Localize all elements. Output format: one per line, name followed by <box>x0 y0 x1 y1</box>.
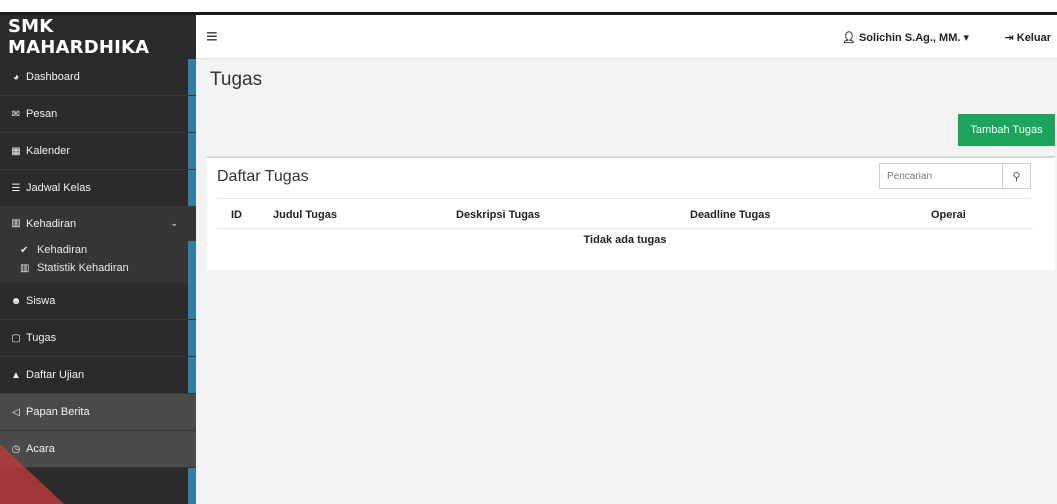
graduation-cap-icon: ▲ <box>11 369 21 381</box>
empty-state-text: Tidak ada tugas <box>583 234 667 247</box>
sidebar-item-kehadiran[interactable]: ▥ Kehadiran ⌄ <box>0 207 196 241</box>
sidebar-item-label: Kehadiran <box>26 217 77 230</box>
user-menu[interactable]: 👤︎ Solichin S.Ag., MM. ▾ <box>842 31 969 44</box>
column-header-judul[interactable]: Judul Tugas <box>273 202 456 229</box>
caret-down-icon: ▾ <box>960 32 969 44</box>
sidebar-item-siswa[interactable]: ☻ Siswa <box>0 283 196 320</box>
sidebar-item-daftar-ujian[interactable]: ▲ Daftar Ujian <box>0 357 196 394</box>
sign-out-icon: ⇥ <box>1004 32 1017 44</box>
sidebar-item-label: Daftar Ujian <box>26 369 85 381</box>
app-window: SMK MAHARDHIKA ◕ Dashboard ✉ Pesan ▦ Kalend… <box>0 12 1057 504</box>
table-header-row: ID Judul Tugas Deskripsi Tugas Deadline … <box>217 202 1033 229</box>
search-icon[interactable]: ⚲ <box>1002 164 1030 188</box>
sidebar-item-papan-berita[interactable]: ◁ Papan Berita <box>0 394 196 431</box>
page-title: Tugas <box>210 69 263 90</box>
sidebar-subitem-kehadiran[interactable]: ✔ Kehadiran <box>0 241 196 259</box>
file-icon: ▢ <box>11 332 21 344</box>
sidebar-item-pesan[interactable]: ✉ Pesan <box>0 96 196 133</box>
column-header-deskripsi[interactable]: Deskripsi Tugas <box>456 202 690 229</box>
sidebar-subitem-statistik-kehadiran[interactable]: ▥ Statistik Kehadiran <box>0 259 196 277</box>
main-content: Tugas Tambah Tugas Daftar Tugas ⚲ ID Jud… <box>196 59 1057 504</box>
decorative-wedge <box>0 444 64 504</box>
table-row: Tidak ada tugas <box>217 228 1033 252</box>
chevron-down-icon: ⌄ <box>170 218 178 228</box>
sidebar-item-label: Tugas <box>26 332 57 344</box>
bar-chart-icon: ▥ <box>20 262 30 274</box>
sidebar-item-label: Dashboard <box>26 71 80 83</box>
logout-label: Keluar <box>1016 32 1051 44</box>
sidebar-item-label: Jadwal Kelas <box>26 182 91 194</box>
user-name: Solichin S.Ag., MM. <box>858 32 961 44</box>
envelope-icon: ✉ <box>11 108 21 120</box>
top-margin <box>0 0 1057 12</box>
sidebar-item-tugas[interactable]: ▢ Tugas <box>0 320 196 357</box>
sidebar-item-jadwal-kelas[interactable]: ☰ Jadwal Kelas <box>0 170 196 207</box>
sidebar-item-label: Pesan <box>26 108 58 120</box>
sidebar: SMK MAHARDHIKA ◕ Dashboard ✉ Pesan ▦ Kalend… <box>0 15 196 504</box>
task-table: ID Judul Tugas Deskripsi Tugas Deadline … <box>217 202 1033 252</box>
sidebar-subitem-label: Statistik Kehadiran <box>37 262 129 274</box>
brand-logo[interactable]: SMK MAHARDHIKA <box>0 15 196 59</box>
search-input[interactable] <box>880 164 1002 188</box>
bar-chart-icon: ▥ <box>11 218 21 229</box>
users-icon: ☻ <box>10 295 22 307</box>
divider <box>217 198 1031 199</box>
logout-link[interactable]: ⇥ Keluar <box>1004 31 1051 44</box>
column-header-id[interactable]: ID <box>217 202 273 229</box>
sidebar-item-label: Papan Berita <box>26 406 90 418</box>
dashboard-icon: ◕ <box>12 71 20 83</box>
bullhorn-icon: ◁ <box>12 406 20 418</box>
check-icon: ✔ <box>20 244 29 256</box>
search-box: ⚲ <box>879 163 1031 189</box>
sidebar-subnav-kehadiran: ✔ Kehadiran ▥ Statistik Kehadiran <box>0 241 196 283</box>
calendar-icon: ▦ <box>11 145 21 157</box>
hamburger-menu-icon[interactable]: ≡ <box>206 27 228 47</box>
panel-title: Daftar Tugas <box>217 168 309 185</box>
list-icon: ☰ <box>11 182 21 194</box>
column-header-operasi[interactable]: Operai <box>922 202 1033 229</box>
sidebar-nav: ◕ Dashboard ✉ Pesan ▦ Kalender ☰ Jadwal Kela… <box>0 59 196 241</box>
column-header-deadline[interactable]: Deadline Tugas <box>690 202 922 229</box>
add-task-button[interactable]: Tambah Tugas <box>958 114 1055 146</box>
sidebar-subitem-label: Kehadiran <box>37 244 88 256</box>
sidebar-item-label: Kalender <box>26 145 71 157</box>
sidebar-item-dashboard[interactable]: ◕ Dashboard <box>0 59 196 96</box>
sidebar-item-kalender[interactable]: ▦ Kalender <box>0 133 196 170</box>
sidebar-item-label: Siswa <box>26 295 56 307</box>
sidebar-nav-lower: ☻ Siswa ▢ Tugas ▲ Daftar Ujian ◁ Papan Berit… <box>0 283 196 468</box>
task-list-panel: Daftar Tugas ⚲ ID Judul Tugas Deskripsi … <box>207 156 1055 270</box>
top-navbar: ≡ 👤︎ Solichin S.Ag., MM. ▾ ⇥ Keluar <box>196 15 1057 59</box>
user-icon: 👤︎ <box>841 32 859 44</box>
